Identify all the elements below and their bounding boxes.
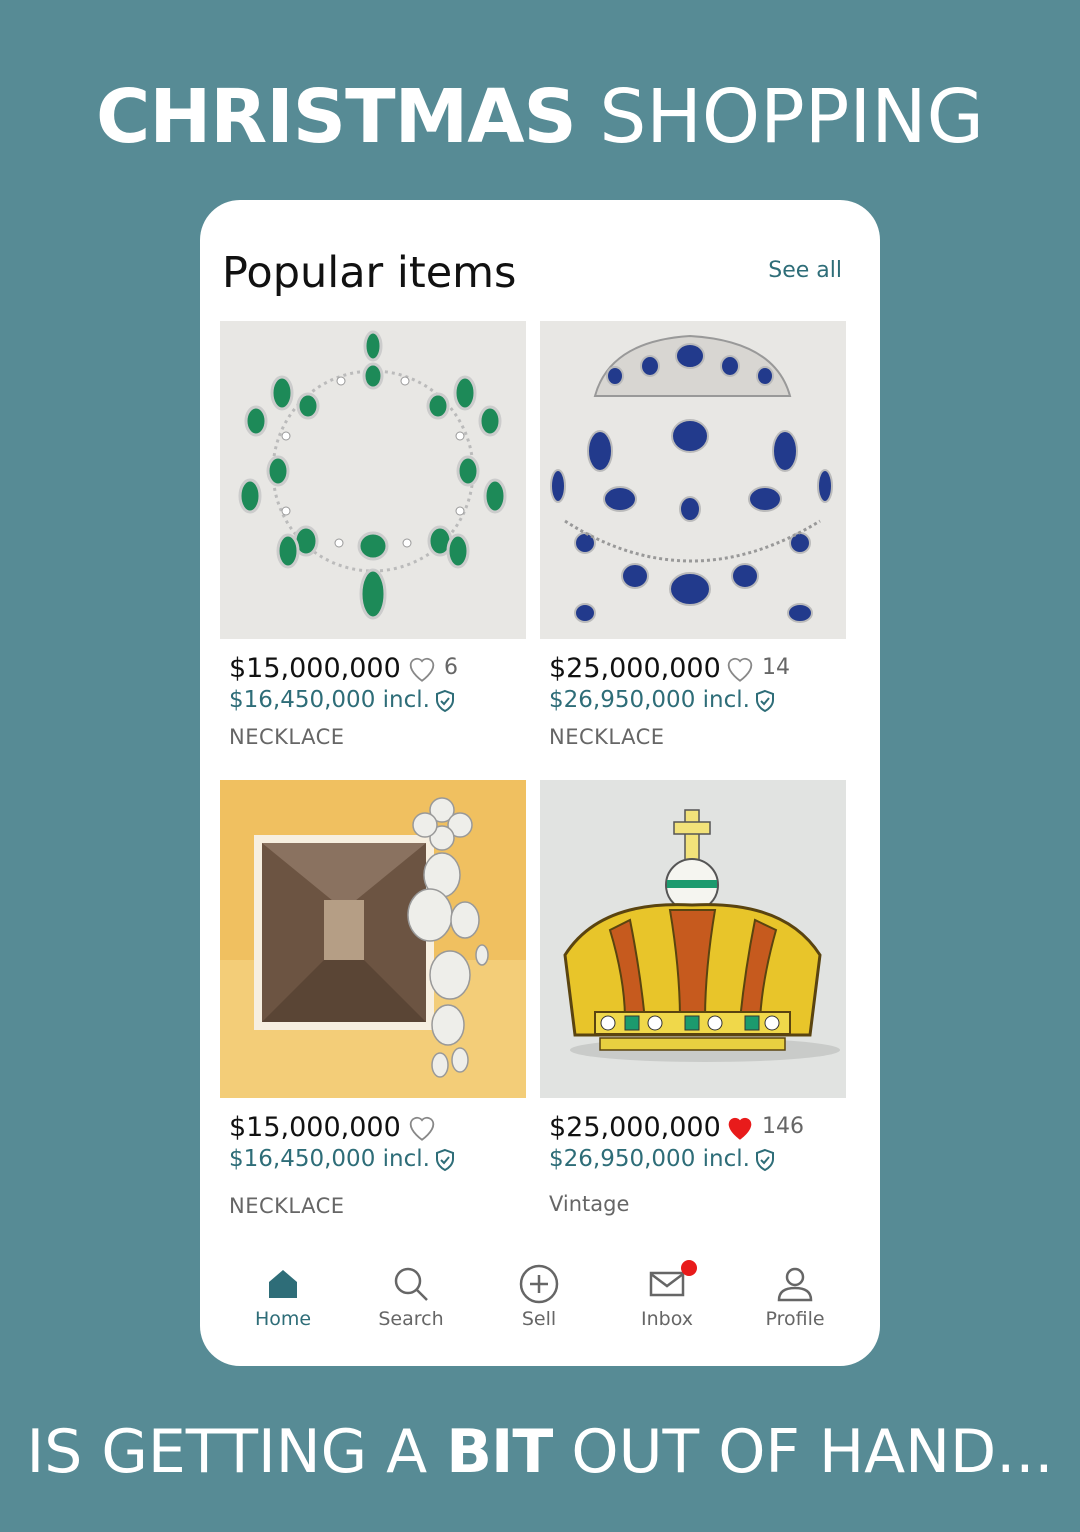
headline-top-bold: CHRISTMAS: [96, 74, 577, 160]
like-count: 14: [762, 655, 790, 680]
profile-icon: [777, 1267, 813, 1302]
item-category: NECKLACE: [229, 1194, 345, 1218]
headline-top-light: SHOPPING: [599, 74, 984, 160]
price-incl-text: $16,450,000 incl.: [229, 1146, 430, 1172]
notification-badge: [681, 1260, 697, 1276]
price-incl-text: $26,950,000 incl.: [549, 1146, 750, 1172]
item-card[interactable]: $25,000,000 14 $26,950,000 incl. NECKLAC…: [540, 321, 846, 749]
item-price: $15,000,000: [229, 653, 401, 684]
headline-bottom-pre: IS GETTING A: [26, 1417, 447, 1487]
item-category: Vintage: [549, 1192, 630, 1216]
nav-search-label: Search: [378, 1308, 444, 1330]
plus-circle-icon: [519, 1264, 559, 1304]
price-incl: $16,450,000 incl.: [229, 687, 456, 713]
price-incl-text: $16,450,000 incl.: [229, 687, 430, 713]
headline-top: CHRISTMAS SHOPPING: [0, 72, 1080, 162]
home-icon: [269, 1270, 297, 1298]
item-price: $25,000,000: [549, 653, 721, 684]
item-price: $15,000,000: [229, 1112, 401, 1143]
item-image-gold-crown[interactable]: [540, 780, 846, 1098]
price-incl: $16,450,000 incl.: [229, 1146, 456, 1172]
price-incl-text: $26,950,000 incl.: [549, 687, 750, 713]
item-category: NECKLACE: [229, 725, 345, 749]
nav-profile[interactable]: Profile: [731, 1260, 859, 1330]
item-price: $25,000,000: [549, 1112, 721, 1143]
item-image-sapphire-parure[interactable]: [540, 321, 846, 639]
headline-bottom-post: OUT OF HAND...: [552, 1417, 1054, 1487]
like-count: 6: [444, 655, 458, 680]
nav-home-label: Home: [254, 1308, 312, 1330]
headline-bottom-bold: BIT: [446, 1417, 553, 1487]
shield-check-icon: [435, 1148, 454, 1171]
shield-check-icon: [435, 689, 454, 712]
nav-sell[interactable]: Sell: [475, 1260, 603, 1330]
item-card[interactable]: $25,000,000 146 $26,950,000 incl. Vintag…: [540, 780, 846, 1216]
nav-profile-label: Profile: [765, 1308, 825, 1330]
heart-icon[interactable]: [405, 651, 439, 685]
price-incl: $26,950,000 incl.: [549, 687, 776, 713]
nav-sell-label: Sell: [521, 1308, 557, 1330]
item-card[interactable]: $15,000,000 6 $16,450,000 incl. NECKLACE: [220, 321, 526, 749]
section-title: Popular items: [222, 248, 517, 298]
search-icon: [394, 1267, 428, 1301]
heart-icon[interactable]: [723, 651, 757, 685]
item-card[interactable]: $15,000,000 $16,450,000 incl. NECKLACE: [220, 780, 526, 1218]
app-screen: Popular items See all $15,000,000 6 $16,…: [200, 200, 880, 1366]
shield-check-icon: [755, 1148, 774, 1171]
item-image-emerald-necklace[interactable]: [220, 321, 526, 639]
item-image-diamond-brooch-gallery[interactable]: [220, 780, 526, 1098]
price-incl: $26,950,000 incl.: [549, 1146, 776, 1172]
headline-bottom: IS GETTING A BIT OUT OF HAND...: [0, 1412, 1080, 1492]
shield-check-icon: [755, 689, 774, 712]
nav-inbox-label: Inbox: [641, 1308, 693, 1330]
nav-search[interactable]: Search: [347, 1260, 475, 1330]
see-all-link[interactable]: See all: [768, 258, 842, 283]
heart-icon[interactable]: [405, 1110, 439, 1144]
heart-filled-icon[interactable]: [723, 1110, 757, 1144]
nav-inbox[interactable]: Inbox: [603, 1260, 731, 1330]
nav-home[interactable]: Home: [219, 1260, 347, 1330]
like-count: 146: [762, 1114, 804, 1139]
item-category: NECKLACE: [549, 725, 665, 749]
bottom-nav: Home Search Sell Inbox Profile: [200, 1260, 880, 1360]
